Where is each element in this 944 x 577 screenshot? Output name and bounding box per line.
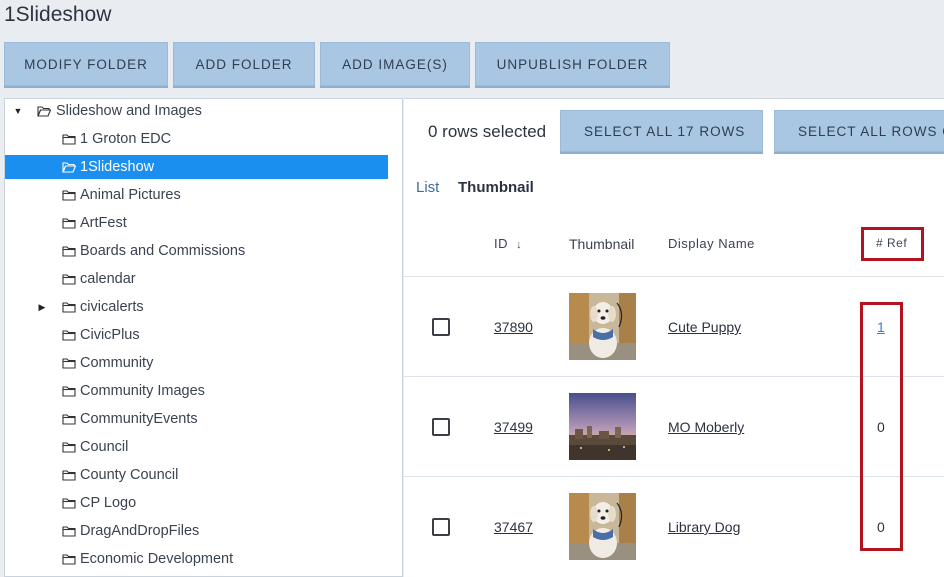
column-header-display-name[interactable]: Display Name bbox=[668, 236, 755, 251]
tree-root-item[interactable]: ▼ Slideshow and Images bbox=[5, 99, 388, 123]
folder-icon bbox=[62, 358, 76, 369]
tree-item[interactable]: Community Images bbox=[5, 379, 388, 403]
tree-item-label: Council bbox=[80, 439, 129, 455]
tree-item-label: Boards and Commissions bbox=[80, 243, 246, 259]
folder-icon bbox=[62, 442, 76, 453]
tree-item-label: Community Images bbox=[80, 383, 205, 399]
row-thumbnail[interactable] bbox=[569, 393, 636, 460]
select-all-rows-on-page-button[interactable]: SELECT ALL ROWS ON bbox=[774, 110, 944, 152]
folder-icon bbox=[62, 190, 76, 201]
rows-selected-status: 0 rows selected bbox=[428, 122, 547, 141]
folder-icon bbox=[62, 134, 76, 145]
tree-item-label: 1Slideshow bbox=[80, 159, 155, 175]
tree-item[interactable]: calendar bbox=[5, 267, 388, 291]
folder-icon bbox=[62, 386, 76, 397]
tree-item[interactable]: ArtFest bbox=[5, 211, 388, 235]
folder-icon bbox=[62, 554, 76, 565]
skyline-thumbnail bbox=[569, 393, 636, 460]
tree-item[interactable]: CommunityEvents bbox=[5, 407, 388, 431]
tree-item[interactable]: Boards and Commissions bbox=[5, 239, 388, 263]
folder-icon bbox=[62, 246, 76, 257]
page-title: 1Slideshow bbox=[4, 3, 112, 26]
modify-folder-button[interactable]: MODIFY FOLDER bbox=[4, 42, 168, 86]
content-panel: 0 rows selected SELECT ALL 17 ROWS SELEC… bbox=[404, 98, 944, 577]
column-header-thumbnail: Thumbnail bbox=[569, 236, 635, 252]
tree-item-label: CP Logo bbox=[80, 495, 137, 511]
folder-icon bbox=[62, 274, 76, 285]
tree-item-label: civicalerts bbox=[80, 299, 144, 315]
column-header-id-label: ID bbox=[494, 236, 508, 251]
open-folder-icon bbox=[37, 106, 51, 117]
list-view-tab[interactable]: List bbox=[416, 179, 439, 196]
select-all-rows-button[interactable]: SELECT ALL 17 ROWS bbox=[560, 110, 763, 152]
folder-icon bbox=[62, 330, 76, 341]
tree-item-label: CivicPlus bbox=[80, 327, 140, 343]
folder-icon bbox=[62, 414, 76, 425]
row-checkbox[interactable] bbox=[432, 518, 450, 536]
tree-item[interactable]: DragAndDropFiles bbox=[5, 519, 388, 543]
thumbnail-view-tab[interactable]: Thumbnail bbox=[458, 179, 534, 196]
tree-item[interactable]: 1Slideshow bbox=[5, 155, 388, 179]
caret-right-icon[interactable]: ▶ bbox=[37, 302, 47, 312]
puppy-thumbnail bbox=[569, 293, 636, 360]
tree-item[interactable]: County Council bbox=[5, 463, 388, 487]
row-checkbox[interactable] bbox=[432, 418, 450, 436]
folder-tree: ▼ Slideshow and Images 1 Groton EDC 1Slid… bbox=[4, 98, 403, 577]
folder-icon bbox=[62, 470, 76, 481]
tree-item-label: Animal Pictures bbox=[80, 187, 181, 203]
unpublish-folder-button[interactable]: UNPUBLISH FOLDER bbox=[475, 42, 670, 86]
folder-icon bbox=[62, 218, 76, 229]
tree-item[interactable]: ▶ civicalerts bbox=[5, 295, 388, 319]
tree-item[interactable]: CivicPlus bbox=[5, 323, 388, 347]
tree-item-label: calendar bbox=[80, 271, 136, 287]
row-thumbnail[interactable] bbox=[569, 293, 636, 360]
ref-column-highlight bbox=[860, 302, 903, 551]
add-images-button[interactable]: ADD IMAGE(S) bbox=[320, 42, 470, 86]
ref-header-highlight bbox=[861, 227, 924, 261]
tree-item-label: DragAndDropFiles bbox=[80, 523, 200, 539]
row-display-name-link[interactable]: Library Dog bbox=[668, 519, 740, 535]
row-display-name-link[interactable]: MO Moberly bbox=[668, 419, 744, 435]
tree-item-label: Economic Development bbox=[80, 551, 234, 567]
tree-item-label: 1 Groton EDC bbox=[80, 131, 172, 147]
add-folder-button[interactable]: ADD FOLDER bbox=[173, 42, 315, 86]
tree-item[interactable]: Animal Pictures bbox=[5, 183, 388, 207]
arrow-down-icon: ↓ bbox=[516, 239, 523, 251]
folder-icon bbox=[62, 526, 76, 537]
tree-item[interactable]: CP Logo bbox=[5, 491, 388, 515]
row-checkbox[interactable] bbox=[432, 318, 450, 336]
open-folder-icon bbox=[62, 162, 76, 173]
folder-icon bbox=[62, 302, 76, 313]
tree-item-label: ArtFest bbox=[80, 215, 127, 231]
row-id-link[interactable]: 37499 bbox=[494, 419, 533, 435]
tree-item-label: CommunityEvents bbox=[80, 411, 198, 427]
tree-item[interactable]: Economic Development bbox=[5, 547, 388, 571]
tree-item[interactable]: Community bbox=[5, 351, 388, 375]
folder-icon bbox=[62, 498, 76, 509]
row-display-name-link[interactable]: Cute Puppy bbox=[668, 319, 741, 335]
tree-item-label: Community bbox=[80, 355, 154, 371]
row-id-link[interactable]: 37890 bbox=[494, 319, 533, 335]
column-header-id[interactable]: ID ↓ bbox=[494, 236, 522, 251]
tree-item[interactable]: 1 Groton EDC bbox=[5, 127, 388, 151]
tree-item[interactable]: Council bbox=[5, 435, 388, 459]
row-thumbnail[interactable] bbox=[569, 493, 636, 560]
puppy-thumbnail bbox=[569, 493, 636, 560]
caret-down-icon[interactable]: ▼ bbox=[13, 106, 23, 116]
row-id-link[interactable]: 37467 bbox=[494, 519, 533, 535]
tree-item-label: County Council bbox=[80, 467, 179, 483]
tree-root-label: Slideshow and Images bbox=[56, 103, 202, 119]
